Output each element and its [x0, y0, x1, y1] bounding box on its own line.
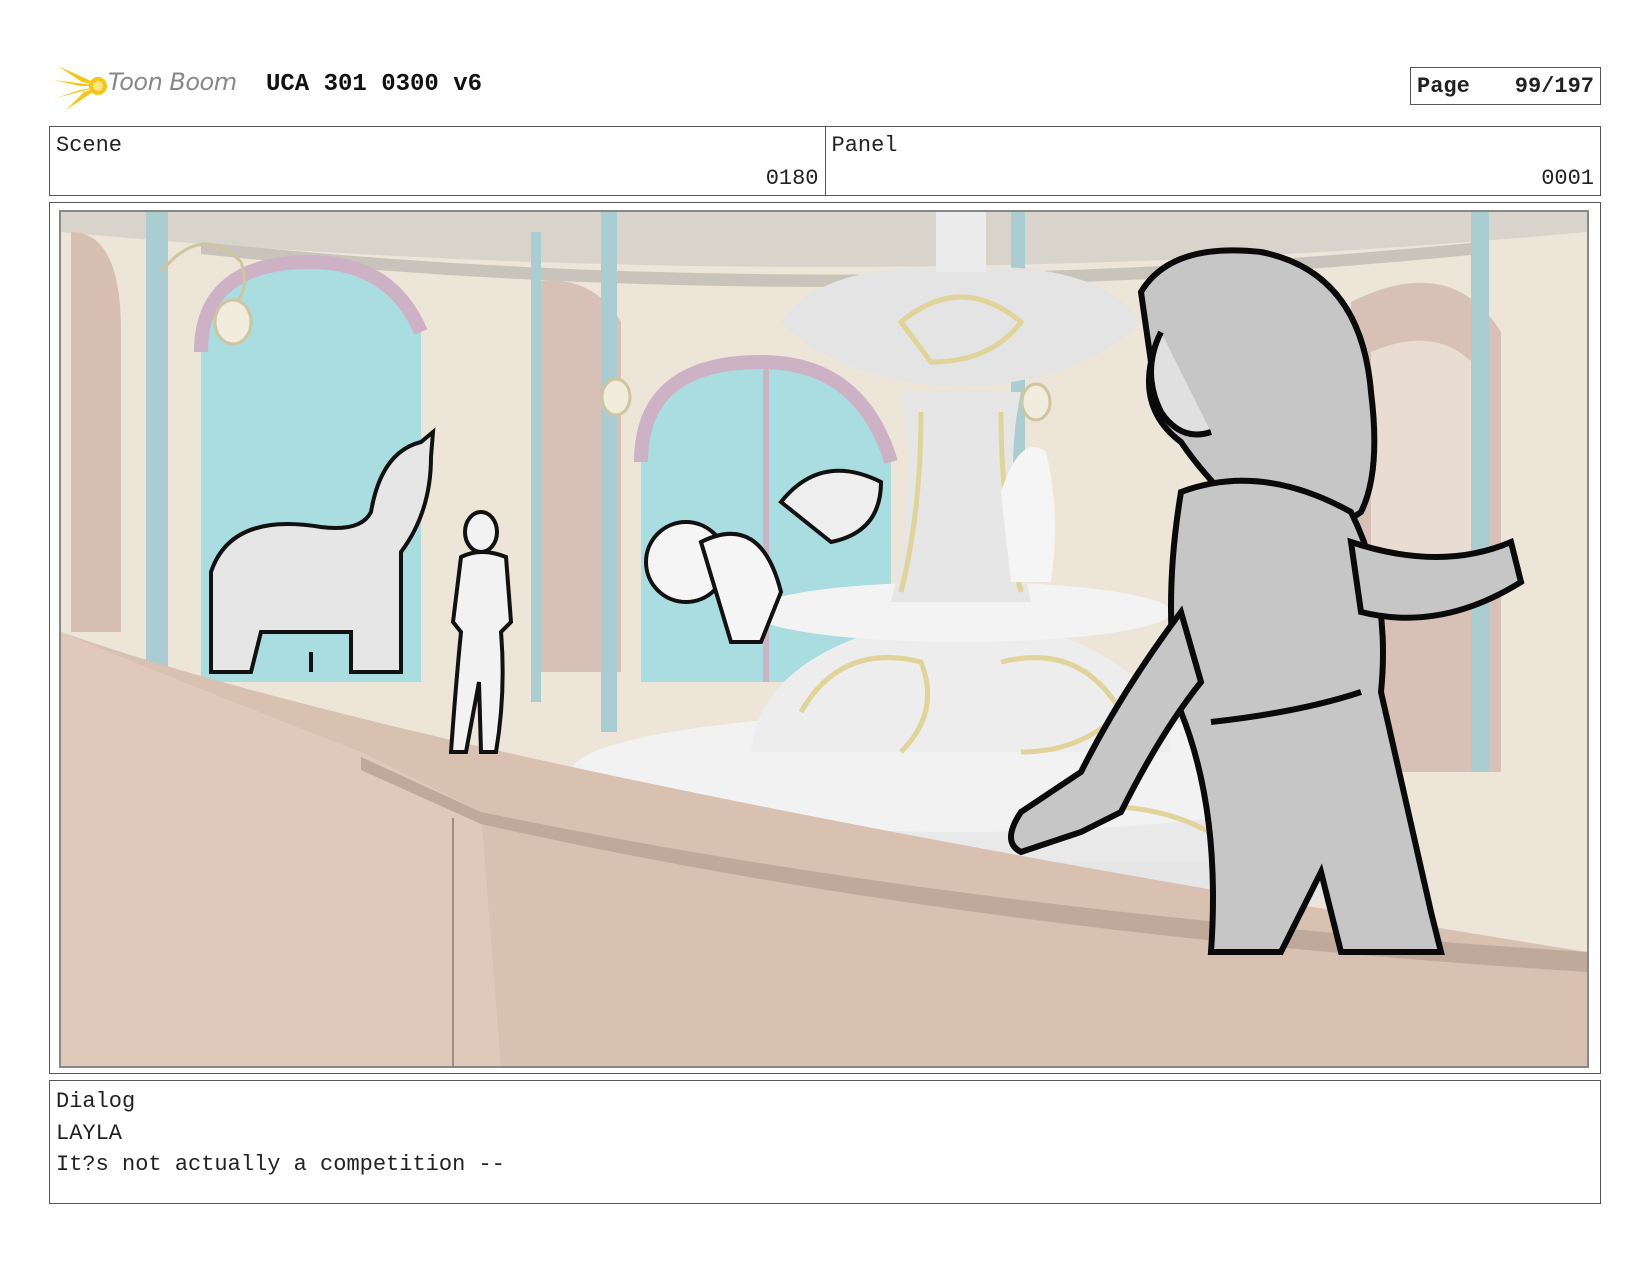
scene-number: 0180: [765, 166, 819, 191]
comet-icon: [54, 66, 107, 110]
page-indicator: Page 99/197: [1410, 67, 1601, 105]
panel-cell: Panel 0001: [824, 127, 1601, 195]
dialog-box: Dialog LAYLA It?s not actually a competi…: [49, 1080, 1601, 1204]
storyboard-drawing: [61, 212, 1587, 1066]
page-label: Page: [1417, 74, 1470, 99]
toon-boom-logo: Toon Boom: [52, 58, 252, 114]
page-number: 99/197: [1514, 74, 1594, 99]
scene-panel-row: Scene 0180 Panel 0001: [49, 126, 1601, 196]
panel-number: 0001: [1541, 166, 1594, 191]
panel-label: Panel: [831, 133, 898, 158]
scene-label: Scene: [56, 133, 123, 158]
document-title: UCA 301 0300 v6: [266, 71, 483, 98]
scene-cell: Scene 0180: [50, 127, 825, 195]
storyboard-image: [59, 210, 1589, 1068]
dialog-line: It?s not actually a competition --: [56, 1152, 505, 1177]
dialog-label: Dialog: [56, 1089, 136, 1114]
dialog-speaker: LAYLA: [56, 1121, 123, 1146]
logo-text: Toon Boom: [108, 68, 237, 96]
